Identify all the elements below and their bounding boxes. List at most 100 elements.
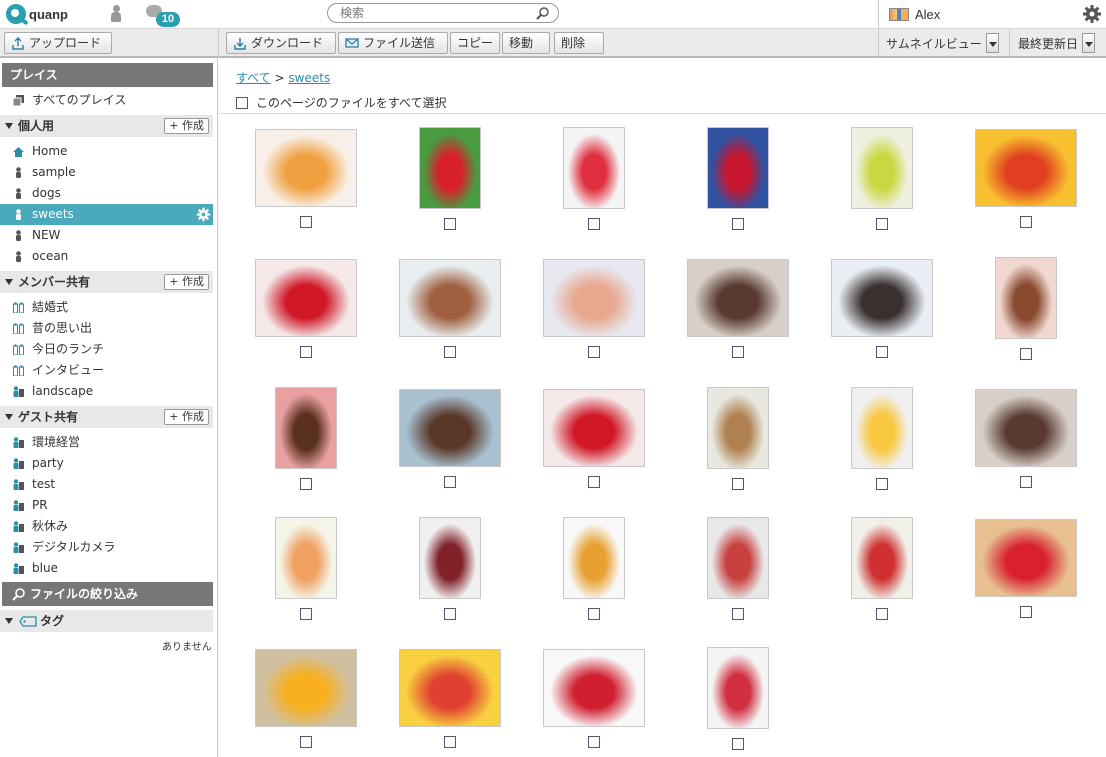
thumbnail-checkbox[interactable] [444, 476, 456, 488]
thumbnail-checkbox[interactable] [300, 478, 312, 490]
thumbnail-checkbox[interactable] [588, 608, 600, 620]
sidebar-item-landscape[interactable]: landscape [0, 381, 213, 402]
section-guest-shared[interactable]: ゲスト共有 + 作成 [0, 406, 213, 428]
thumbnail-checkbox[interactable] [876, 218, 888, 230]
view-mode-select[interactable]: サムネイルビュー [886, 32, 999, 54]
thumbnail-checkbox[interactable] [876, 608, 888, 620]
thumbnail-chocolate-discs[interactable] [995, 257, 1057, 339]
breadcrumb-root-link[interactable]: すべて [236, 71, 271, 85]
thumbnail-strawberries[interactable] [419, 127, 481, 209]
thumbnail-checkbox[interactable] [732, 608, 744, 620]
thumbnail-berry-cake[interactable] [543, 649, 645, 727]
thumbnail-checkbox[interactable] [444, 608, 456, 620]
thumbnail-heart-chocolates[interactable] [255, 259, 357, 337]
thumbnail-lime-slices[interactable] [851, 127, 913, 209]
delete-button[interactable]: 削除 [554, 32, 604, 54]
section-personal[interactable]: 個人用 + 作成 [0, 115, 213, 137]
search-icon[interactable] [536, 6, 550, 20]
sidebar-item-new[interactable]: NEW [0, 225, 213, 246]
thumbnail-fruit-cup[interactable] [707, 647, 769, 729]
thumbnail-checkbox[interactable] [588, 346, 600, 358]
thumbnail-chocolate-tower[interactable] [275, 387, 337, 469]
thumbnail-checkbox[interactable] [588, 218, 600, 230]
thumbnail-checkbox[interactable] [1020, 216, 1032, 228]
section-member-shared[interactable]: メンバー共有 + 作成 [0, 271, 213, 293]
copy-button[interactable]: コピー [450, 32, 500, 54]
gear-icon[interactable] [1082, 4, 1102, 24]
thumbnail-checkbox[interactable] [732, 218, 744, 230]
user-icon[interactable] [111, 5, 121, 22]
sidebar-item-dogs[interactable]: dogs [0, 183, 213, 204]
app-logo[interactable]: quanp [6, 3, 68, 25]
thumbnail-checkbox[interactable] [444, 736, 456, 748]
sidebar-item-home[interactable]: Home [0, 141, 213, 162]
thumbnail-truffles[interactable] [831, 259, 933, 337]
sidebar-item-sample[interactable]: sample [0, 162, 213, 183]
thumbnail-strawberry-tart[interactable] [975, 519, 1077, 597]
thumbnail-checkbox[interactable] [1020, 348, 1032, 360]
thumbnail-checkbox[interactable] [444, 218, 456, 230]
thumbnail-macarons[interactable] [543, 259, 645, 337]
sidebar-item-test[interactable]: test [0, 474, 213, 495]
thumbnail-berry-cup[interactable] [707, 127, 769, 209]
sidebar-item-party[interactable]: party [0, 453, 213, 474]
thumbnail-heart-cookie[interactable] [399, 389, 501, 467]
thumbnail-fruit-drink[interactable] [275, 517, 337, 599]
create-personal-button[interactable]: + 作成 [164, 118, 209, 134]
thumbnail-checkbox[interactable] [300, 216, 312, 228]
download-button[interactable]: ダウンロード [226, 32, 336, 54]
search-input[interactable] [340, 6, 535, 20]
select-all-checkbox[interactable] [236, 96, 248, 109]
thumbnail-fruit-assortment[interactable] [975, 129, 1077, 207]
thumbnail-checkbox[interactable] [444, 346, 456, 358]
thumbnail-checkbox[interactable] [732, 738, 744, 750]
thumbnail-checkbox[interactable] [876, 478, 888, 490]
thumbnail-chocolate-cakes[interactable] [687, 259, 789, 337]
sidebar-item-all-places[interactable]: すべてのプレイス [0, 90, 213, 111]
thumbnail-mango-tart[interactable] [255, 649, 357, 727]
file-filter-header[interactable]: ファイルの絞り込み [2, 582, 213, 606]
sort-select[interactable]: 最終更新日 [1018, 32, 1096, 54]
gear-icon[interactable] [196, 207, 211, 222]
thumbnail-checkbox[interactable] [300, 346, 312, 358]
thumbnail-fruit-tart[interactable] [399, 649, 501, 727]
thumbnail-jelly-dessert[interactable] [255, 129, 357, 207]
send-file-button[interactable]: ファイル送信 [338, 32, 448, 54]
thumbnail-checkbox[interactable] [1020, 606, 1032, 618]
section-tags[interactable]: タグ [0, 610, 213, 632]
thumbnail-chocolate-cakes-2[interactable] [975, 389, 1077, 467]
sidebar-item-ocean[interactable]: ocean [0, 246, 213, 267]
thumbnail-checkbox[interactable] [588, 476, 600, 488]
sidebar-item-秋休み[interactable]: 秋休み [0, 516, 213, 537]
thumbnail-checkbox[interactable] [732, 346, 744, 358]
thumbnail-lemon-tea[interactable] [563, 517, 625, 599]
sidebar-item-今日のランチ[interactable]: 今日のランチ [0, 339, 213, 360]
thumbnail-candies[interactable] [563, 127, 625, 209]
sidebar-item-pr[interactable]: PR [0, 495, 213, 516]
sidebar-item-デジタルカメラ[interactable]: デジタルカメラ [0, 537, 213, 558]
sidebar-item-インタビュー[interactable]: インタビュー [0, 360, 213, 381]
thumbnail-berry-parfait[interactable] [707, 517, 769, 599]
user-menu[interactable]: Alex [878, 0, 940, 29]
thumbnail-heart-chocolates-2[interactable] [543, 389, 645, 467]
sidebar-item-sweets[interactable]: sweets [0, 204, 213, 225]
thumbnail-checkbox[interactable] [300, 608, 312, 620]
thumbnail-checkbox[interactable] [732, 478, 744, 490]
thumbnail-cream-cup[interactable] [419, 517, 481, 599]
thumbnail-cookies[interactable] [399, 259, 501, 337]
thumbnail-tea-apples[interactable] [851, 517, 913, 599]
thumbnail-cheesecake[interactable] [851, 387, 913, 469]
thumbnail-checkbox[interactable] [1020, 476, 1032, 488]
sidebar-item-結婚式[interactable]: 結婚式 [0, 297, 213, 318]
thumbnail-checkbox[interactable] [876, 346, 888, 358]
breadcrumb-current-link[interactable]: sweets [288, 71, 330, 85]
move-button[interactable]: 移動 [502, 32, 550, 54]
upload-button[interactable]: アップロード [4, 32, 112, 54]
thumbnail-checkbox[interactable] [588, 736, 600, 748]
chat-notifications[interactable]: 10 [146, 5, 180, 27]
sidebar-item-blue[interactable]: blue [0, 558, 213, 579]
thumbnail-cream-pastry[interactable] [707, 387, 769, 469]
create-guest-button[interactable]: + 作成 [164, 409, 209, 425]
sidebar-item-環境経営[interactable]: 環境経営 [0, 432, 213, 453]
sidebar-item-昔の思い出[interactable]: 昔の思い出 [0, 318, 213, 339]
